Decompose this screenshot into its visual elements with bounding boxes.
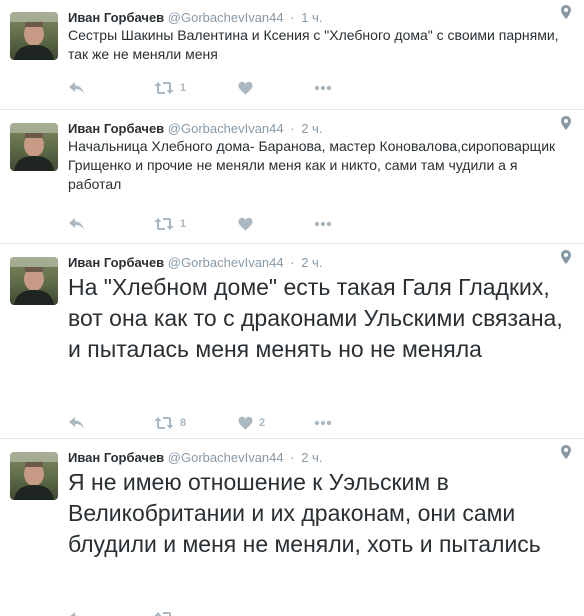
retweet-button[interactable] xyxy=(154,611,238,616)
heart-icon xyxy=(238,217,253,231)
timestamp[interactable]: 2 ч. xyxy=(301,450,322,465)
tweet[interactable]: Иван Горбачев @GorbachevIvan44 · 2 ч. Я … xyxy=(0,440,584,616)
retweet-count: 1 xyxy=(180,82,187,94)
retweet-button[interactable]: 1 xyxy=(154,217,238,231)
time-separator: · xyxy=(290,121,295,136)
like-button[interactable] xyxy=(238,217,314,231)
tweet-text: Сестры Шакины Валентина и Ксения с "Хлеб… xyxy=(68,27,559,62)
retweet-button[interactable]: 1 xyxy=(154,81,238,95)
tweet-actions: 8 2 xyxy=(68,413,332,433)
retweet-button[interactable]: 8 xyxy=(154,416,238,430)
tweet-actions: 1 xyxy=(68,214,332,234)
more-button[interactable] xyxy=(314,221,332,227)
like-button[interactable] xyxy=(238,81,314,95)
author-handle[interactable]: @GorbachevIvan44 xyxy=(168,255,284,270)
author-handle[interactable]: @GorbachevIvan44 xyxy=(168,121,284,136)
tweet-text: Я не имею отношение к Уэльским в Великоб… xyxy=(68,469,541,557)
more-icon xyxy=(314,85,332,91)
tweet-header: Иван Горбачев @GorbachevIvan44 · 1 ч. xyxy=(68,9,322,27)
avatar[interactable] xyxy=(10,257,58,305)
like-button[interactable]: 2 xyxy=(238,416,314,430)
reply-icon xyxy=(69,218,84,230)
reply-icon xyxy=(70,612,78,616)
tweet[interactable]: Иван Горбачев @GorbachevIvan44 · 2 ч. На… xyxy=(0,111,584,244)
retweet-count: 8 xyxy=(180,417,187,429)
tweet-header: Иван Горбачев @GorbachevIvan44 · 2 ч. xyxy=(68,254,322,272)
retweet-icon xyxy=(154,82,174,94)
time-separator: · xyxy=(290,10,295,25)
avatar[interactable] xyxy=(10,452,58,500)
location-pin-icon[interactable] xyxy=(560,249,572,265)
reply-button[interactable] xyxy=(68,611,154,616)
retweet-icon xyxy=(154,218,174,230)
reply-button[interactable] xyxy=(68,416,154,430)
author-handle[interactable]: @GorbachevIvan44 xyxy=(168,450,284,465)
tweet-text: Начальница Хлебного дома- Баранова, маст… xyxy=(68,138,556,192)
avatar[interactable] xyxy=(10,123,58,171)
more-icon xyxy=(314,420,332,426)
more-button[interactable] xyxy=(314,420,332,426)
author-name[interactable]: Иван Горбачев xyxy=(68,121,164,136)
timestamp[interactable]: 1 ч. xyxy=(301,10,322,25)
author-handle[interactable]: @GorbachevIvan44 xyxy=(168,10,284,25)
author-name[interactable]: Иван Горбачев xyxy=(68,450,164,465)
time-separator: · xyxy=(290,450,295,465)
reply-button[interactable] xyxy=(68,81,154,95)
timeline: Иван Горбачев @GorbachevIvan44 · 1 ч. Се… xyxy=(0,0,584,616)
heart-icon xyxy=(238,416,253,430)
time-separator: · xyxy=(290,255,295,270)
retweet-count: 1 xyxy=(180,218,187,230)
tweet-text: На "Хлебном доме" есть такая Галя Гладки… xyxy=(68,274,563,362)
tweet-actions: 1 xyxy=(68,78,332,98)
location-pin-icon[interactable] xyxy=(560,4,572,20)
heart-icon xyxy=(238,81,253,95)
timestamp[interactable]: 2 ч. xyxy=(301,121,322,136)
tweet[interactable]: Иван Горбачев @GorbachevIvan44 · 2 ч. На… xyxy=(0,245,584,439)
like-count: 2 xyxy=(259,417,266,429)
avatar[interactable] xyxy=(10,12,58,60)
tweet[interactable]: Иван Горбачев @GorbachevIvan44 · 1 ч. Се… xyxy=(0,0,584,110)
reply-icon xyxy=(69,82,84,94)
reply-icon xyxy=(69,417,84,429)
tweet-header: Иван Горбачев @GorbachevIvan44 · 2 ч. xyxy=(68,449,322,467)
tweet-actions xyxy=(68,608,238,616)
location-pin-icon[interactable] xyxy=(560,444,572,460)
more-button[interactable] xyxy=(314,85,332,91)
tweet-header: Иван Горбачев @GorbachevIvan44 · 2 ч. xyxy=(68,120,322,138)
more-icon xyxy=(314,221,332,227)
author-name[interactable]: Иван Горбачев xyxy=(68,255,164,270)
location-pin-icon[interactable] xyxy=(560,115,572,131)
retweet-icon xyxy=(154,417,174,429)
reply-button[interactable] xyxy=(68,217,154,231)
retweet-icon xyxy=(154,612,171,616)
timestamp[interactable]: 2 ч. xyxy=(301,255,322,270)
author-name[interactable]: Иван Горбачев xyxy=(68,10,164,25)
